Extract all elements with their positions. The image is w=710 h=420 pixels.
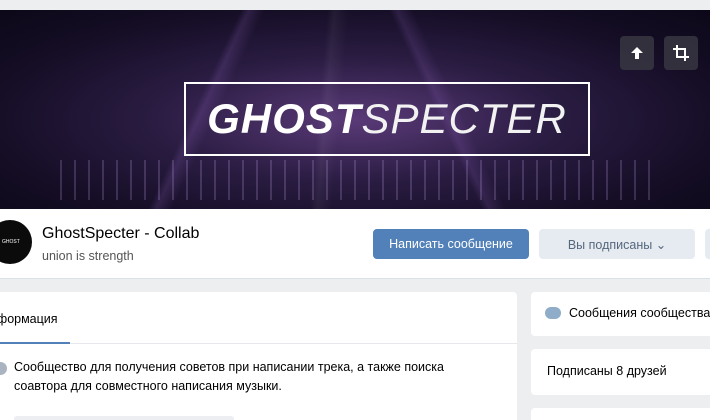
send-message-button[interactable]: Написать сообщение [373, 229, 529, 259]
tab-information[interactable]: нформация [0, 312, 58, 326]
cover-image: GHOST SPECTER [0, 10, 710, 209]
chat-bubble-icon [545, 307, 561, 319]
info-icon [0, 362, 7, 375]
community-messages-label: Сообщения сообщества [569, 306, 710, 320]
upload-arrow-icon [631, 47, 643, 59]
cover-logo-bold: GHOST [207, 95, 362, 142]
friends-subscribed-block[interactable]: Подписаны 8 друзей [531, 349, 710, 395]
sidebar-next-block [531, 408, 710, 420]
cover-logo-thin: SPECTER [361, 95, 567, 142]
more-actions-button[interactable] [705, 229, 710, 259]
subscribed-button[interactable]: Вы подписаны ⌄ [539, 229, 695, 259]
info-card: нформация Сообщество для получения совет… [0, 292, 517, 420]
group-header: GHOST GhostSpecter - Collab union is str… [0, 209, 710, 279]
cover-logo: GHOST SPECTER [184, 82, 590, 156]
tab-active-underline [0, 342, 70, 344]
friends-subscribed-label: Подписаны 8 друзей [547, 364, 667, 378]
avatar[interactable]: GHOST [0, 220, 32, 264]
crop-icon [673, 45, 689, 61]
upload-cover-button[interactable] [620, 36, 654, 70]
info-tabs: нформация [0, 292, 517, 344]
chevron-down-icon: ⌄ [655, 237, 667, 252]
avatar-text: GHOST [2, 239, 20, 245]
crop-cover-button[interactable] [664, 36, 698, 70]
group-description: Сообщество для получения советов при нап… [14, 360, 444, 393]
group-name: GhostSpecter - Collab [42, 225, 200, 242]
cover-stage-lights [60, 160, 650, 200]
group-status: union is strength [42, 249, 134, 263]
next-info-line [14, 416, 234, 420]
subscribed-label: Вы подписаны [567, 237, 653, 252]
community-messages-block[interactable]: Сообщения сообщества [531, 292, 710, 336]
